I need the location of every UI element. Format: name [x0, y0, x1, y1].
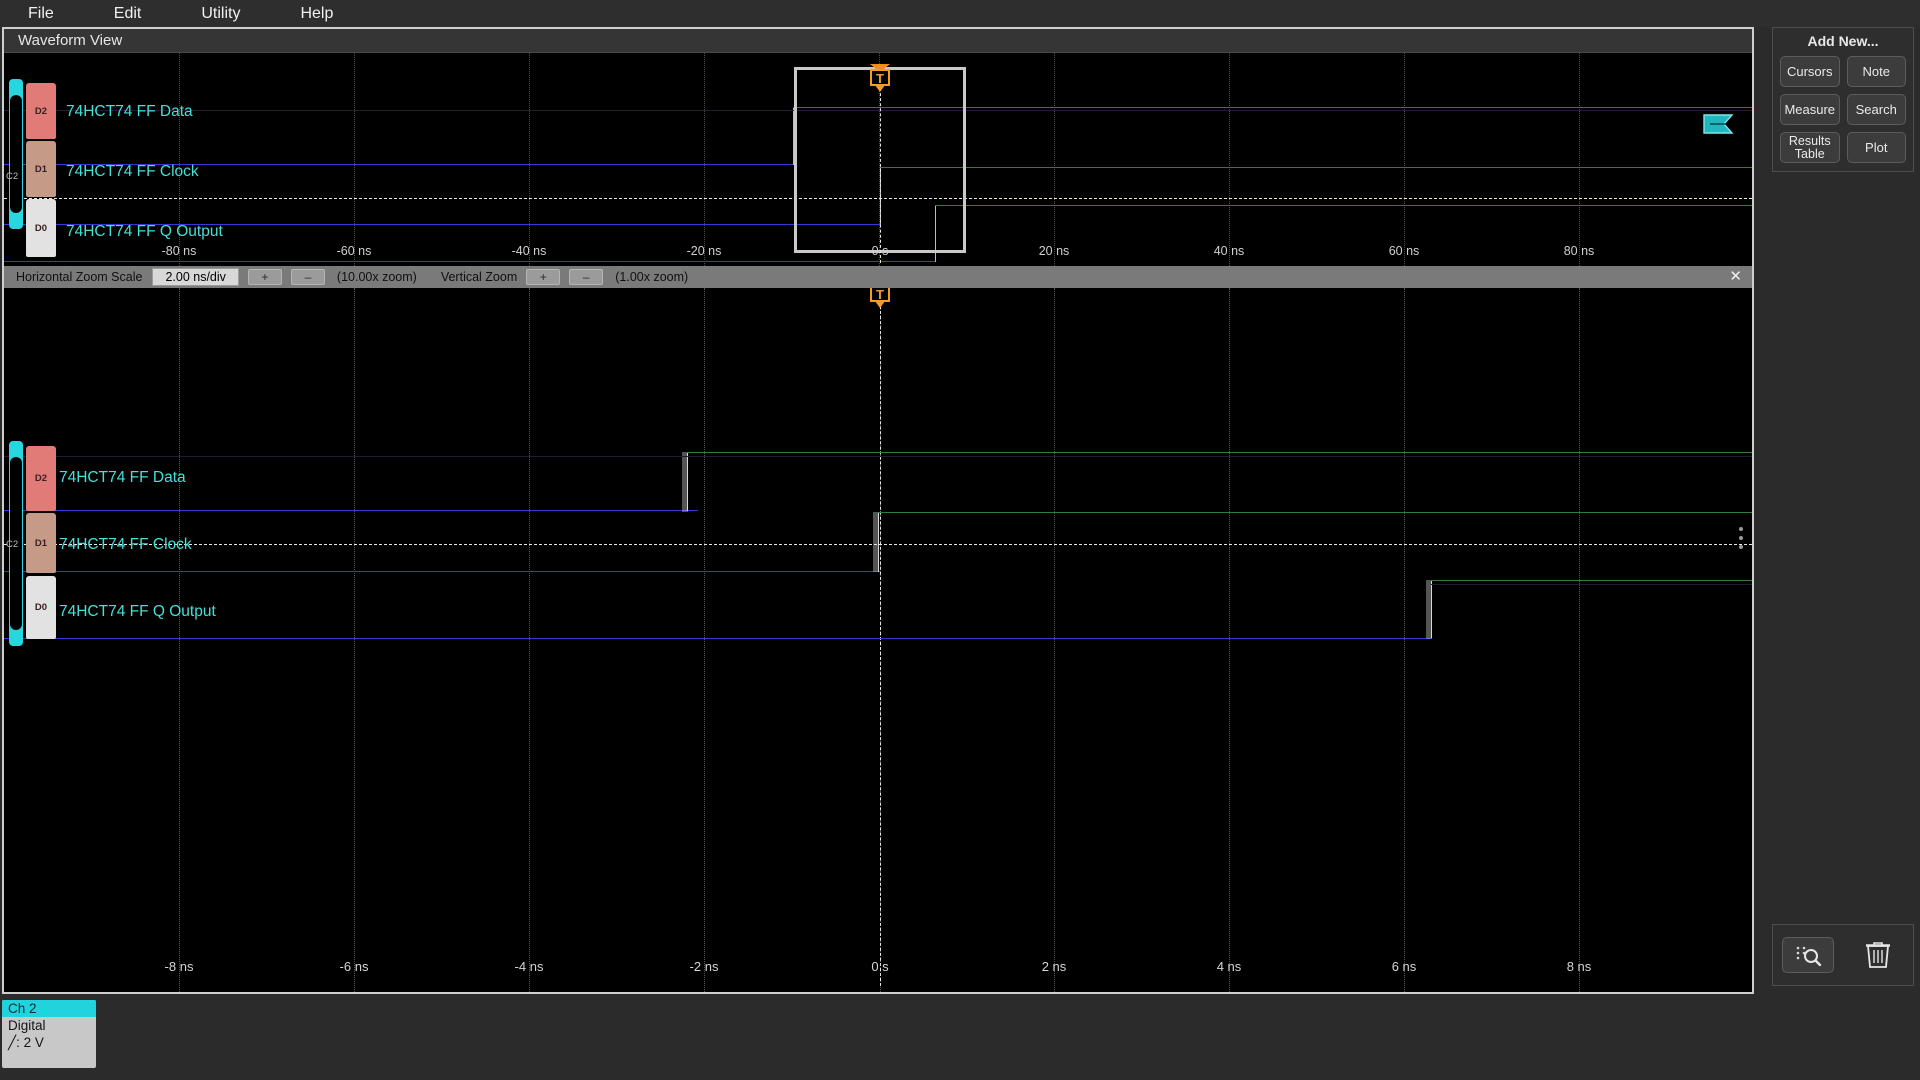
add-measure-button[interactable]: Measure	[1780, 94, 1840, 125]
channel-2-badge[interactable]: Ch 2 Digital ╱: 2 V	[2, 1000, 96, 1068]
overview-trigger-marker[interactable]: T	[866, 64, 894, 96]
channel-2-type: Digital	[8, 1018, 46, 1033]
add-new-title: Add New...	[1807, 33, 1879, 49]
add-search-button[interactable]: Search	[1846, 94, 1906, 125]
overview-tick-0: -80 ns	[161, 244, 197, 258]
menu-bar: File Edit Utility Help	[0, 0, 1920, 27]
zoom-label-d0[interactable]: 74HCT74 FF Q Output	[59, 603, 216, 621]
delete-button[interactable]	[1852, 937, 1904, 973]
overview-tick-3: -20 ns	[686, 244, 722, 258]
overview-label-d1[interactable]: 74HCT74 FF Clock	[66, 163, 199, 181]
add-plot-button[interactable]: Plot	[1846, 132, 1906, 163]
zoom-tick-3: -2 ns	[689, 959, 719, 974]
menu-item-edit[interactable]: Edit	[104, 2, 152, 26]
zoom-search-icon	[1796, 946, 1822, 966]
vertical-zoom-increase-button[interactable]: +	[526, 269, 561, 285]
add-cursors-button[interactable]: Cursors	[1780, 56, 1840, 87]
horizontal-zoom-decrease-button[interactable]: –	[290, 269, 325, 285]
zoom-label-d2[interactable]: 74HCT74 FF Data	[59, 469, 186, 487]
zoom-trace-d1-low	[4, 571, 880, 572]
zoom-trace-d2-high	[687, 452, 1752, 453]
overview-tick-2: -40 ns	[511, 244, 547, 258]
overview-tick-1: -60 ns	[336, 244, 372, 258]
overview-trigger-marker-label: T	[870, 69, 890, 86]
zoom-trigger-threshold-line	[4, 544, 1752, 545]
add-new-sidebar: Add New... Cursors Note Measure Search R…	[1768, 27, 1918, 994]
overview-channel-group-handle[interactable]	[9, 79, 23, 229]
zoom-tick-2: -4 ns	[514, 959, 544, 974]
menu-item-file[interactable]: File	[18, 2, 64, 26]
zoom-trace-d2-edge	[687, 452, 688, 511]
zoom-tick-7: 6 ns	[1391, 959, 1417, 974]
zoom-badge-d1[interactable]: D1	[26, 513, 56, 573]
waveform-view-window: Waveform View C2 D2 D1 D0 74HCT74 FF Dat…	[2, 27, 1754, 994]
zoom-trigger-marker[interactable]: T	[866, 288, 894, 312]
zoom-trace-d2-high-ref	[4, 456, 1752, 457]
annotation-flag-icon[interactable]	[1702, 111, 1736, 137]
channel-2-threshold: ╱: 2 V	[8, 1035, 44, 1050]
bottom-status-bar: Ch 2 Digital ╱: 2 V 1 3 4 5 6	[0, 996, 1920, 1080]
menu-item-utility[interactable]: Utility	[191, 2, 250, 26]
zoom-tick-4: 0 s	[871, 959, 889, 974]
zoom-tick-6: 4 ns	[1216, 959, 1242, 974]
waveform-view-titlebar: Waveform View	[4, 29, 1752, 53]
zoom-search-button[interactable]	[1782, 937, 1834, 973]
page-title: Waveform View	[18, 32, 123, 49]
menu-item-help[interactable]: Help	[290, 2, 343, 26]
zoom-trace-d0-high	[1431, 580, 1752, 581]
zoom-tick-0: -8 ns	[164, 959, 194, 974]
overview-trace-d1-high	[880, 167, 1752, 168]
overview-label-d0[interactable]: 74HCT74 FF Q Output	[66, 223, 223, 241]
overview-badge-d2[interactable]: D2	[26, 83, 56, 139]
overview-trace-d0-high	[935, 205, 1752, 206]
horizontal-zoom-scale-label: Horizontal Zoom Scale	[16, 270, 143, 284]
add-note-button[interactable]: Note	[1846, 56, 1906, 87]
zoom-trace-d0-high-ref	[1431, 584, 1752, 585]
zoom-tick-5: 2 ns	[1041, 959, 1067, 974]
zoom-trigger-marker-label: T	[870, 288, 890, 302]
vertical-zoom-factor: (1.00x zoom)	[615, 270, 689, 284]
trash-icon	[1866, 942, 1890, 968]
add-new-panel: Add New... Cursors Note Measure Search R…	[1772, 27, 1914, 172]
zoom-badge-d2[interactable]: D2	[26, 446, 56, 511]
overview-tick-7: 60 ns	[1388, 244, 1420, 258]
zoom-trace-d1-high	[878, 512, 1752, 513]
overview-badge-d1[interactable]: D1	[26, 141, 56, 197]
overview-badge-d0[interactable]: D0	[26, 199, 56, 257]
zoom-control-bar: Horizontal Zoom Scale 2.00 ns/div + – (1…	[4, 266, 1752, 288]
overview-tick-5: 20 ns	[1038, 244, 1070, 258]
zoom-tick-8: 8 ns	[1566, 959, 1592, 974]
overview-group-tag: C2	[6, 171, 19, 182]
zoom-label-d1[interactable]: 74HCT74 FF Clock	[59, 536, 192, 554]
sidebar-tool-panel	[1772, 924, 1914, 986]
zoom-trace-d2-low	[4, 510, 698, 511]
overview-trigger-dashline	[880, 83, 881, 263]
zoom-trace-d0-low	[4, 638, 1431, 639]
zoom-trace-d0-edge	[1431, 580, 1432, 638]
add-results-table-button[interactable]: Results Table	[1780, 132, 1840, 163]
overview-tick-8: 80 ns	[1563, 244, 1595, 258]
horizontal-zoom-increase-button[interactable]: +	[247, 269, 282, 285]
overview-tick-6: 40 ns	[1213, 244, 1245, 258]
overview-label-d2[interactable]: 74HCT74 FF Data	[66, 103, 193, 121]
zoom-badge-d0[interactable]: D0	[26, 576, 56, 639]
zoom-trigger-dashline	[880, 296, 881, 986]
overview-trace-d0-low	[4, 261, 935, 262]
overview-tick-4: 0 s	[871, 244, 889, 258]
zoom-group-tag: C2	[6, 539, 19, 550]
zoom-tick-1: -6 ns	[339, 959, 369, 974]
channel-2-badge-header: Ch 2	[2, 1000, 96, 1017]
zoomed-waveform-pane[interactable]: T C2 D2 D1 D0 74HCT74 FF Data 74HCT74 FF…	[4, 288, 1752, 992]
horizontal-zoom-factor: (10.00x zoom)	[336, 270, 417, 284]
overview-waveform-pane[interactable]: C2 D2 D1 D0 74HCT74 FF Data 74HCT74 FF C…	[4, 53, 1752, 266]
pane-resize-handle[interactable]	[1739, 527, 1744, 554]
zoom-trace-d1-edge	[878, 512, 879, 572]
vertical-zoom-label: Vertical Zoom	[440, 270, 518, 284]
vertical-zoom-decrease-button[interactable]: –	[569, 269, 604, 285]
close-zoom-icon[interactable]: ✕	[1729, 269, 1742, 284]
horizontal-zoom-scale-value[interactable]: 2.00 ns/div	[152, 268, 239, 286]
